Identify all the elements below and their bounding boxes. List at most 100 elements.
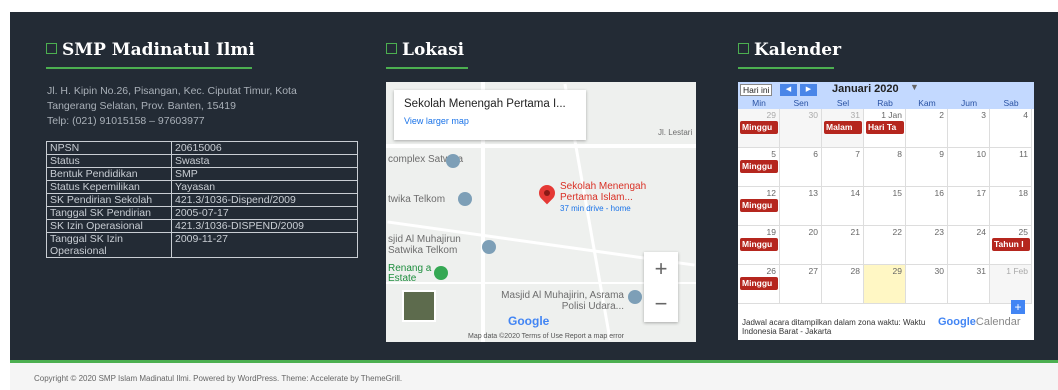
prev-month-button[interactable]: ◀ [780,84,797,96]
chevron-down-icon[interactable]: ▼ [910,82,919,92]
calendar-event[interactable]: Minggu [740,121,778,134]
square-icon [46,43,57,54]
info-value: 2005-07-17 [171,206,358,220]
info-key: Tanggal SK Izin Operasional [46,232,172,258]
info-row: Bentuk Pendidikan SMP [46,167,358,181]
location-widget-title: Lokasi [386,40,464,60]
calendar-day-cell[interactable]: 9 [906,148,948,187]
calendar-day-cell[interactable]: 4 [990,109,1032,148]
calendar-day-cell[interactable]: 29 [864,265,906,304]
info-value: SMP [171,167,358,181]
day-number: 18 [1018,188,1028,198]
calendar-event[interactable]: Malam [824,121,862,134]
calendar-event[interactable]: Tahun I [992,238,1030,251]
calendar-day-cell[interactable]: 1 Jan Hari Ta [864,109,906,148]
day-number: 20 [808,227,818,237]
day-number: 19 [766,227,776,237]
day-number: 4 [1023,110,1028,120]
calendar-day-cell[interactable]: 15 [864,187,906,226]
info-key: Bentuk Pendidikan [46,167,172,181]
calendar-day-cell[interactable]: 30 [906,265,948,304]
day-number: 9 [939,149,944,159]
calendar-day-cell[interactable]: 12 Minggu [738,187,780,226]
poi-icon [628,290,642,304]
calendar-day-cell[interactable]: 1 Feb [990,265,1032,304]
day-number: 5 [771,149,776,159]
calendar-day-cell[interactable]: 10 [948,148,990,187]
day-number: 8 [897,149,902,159]
info-value: 421.3/1036-DISPEND/2009 [171,219,358,233]
info-key: SK Pendirian Sekolah [46,193,172,207]
day-number: 27 [808,266,818,276]
calendar-day-cell[interactable]: 16 [906,187,948,226]
day-number: 11 [1019,149,1028,159]
calendar-event[interactable]: Minggu [740,199,778,212]
calendar-event[interactable]: Minggu [740,277,778,290]
today-button[interactable]: Hari ini [740,84,773,96]
calendar-day-cell[interactable]: 14 [822,187,864,226]
view-larger-map-link[interactable]: View larger map [404,116,576,126]
info-row: Status Kepemilikan Yayasan [46,180,358,194]
zoom-out-button[interactable]: − [644,287,678,322]
title-underline [738,67,834,69]
next-month-button[interactable]: ▶ [800,84,817,96]
calendar-day-cell[interactable]: 3 [948,109,990,148]
day-number: 17 [976,188,986,198]
calendar-day-cell[interactable]: 6 [780,148,822,187]
calendar-day-cell[interactable]: 18 [990,187,1032,226]
google-calendar-logo[interactable]: GoogleCalendar [938,316,1021,328]
calendar-day-cell[interactable]: 25 Tahun I [990,226,1032,265]
calendar-day-cell[interactable]: 17 [948,187,990,226]
weekday-label: Min [752,98,766,108]
zoom-in-button[interactable]: + [644,252,678,287]
calendar-grid: 29 Minggu 30 31 Malam 1 Jan Hari Ta 2 3 4 5 Minggu 6… [738,109,1034,304]
embedded-map[interactable]: Sekolah Menengah Pertama I... View large… [386,82,696,342]
calendar-day-cell[interactable]: 2 [906,109,948,148]
calendar-day-cell[interactable]: 29 Minggu [738,109,780,148]
day-number: 25 [1018,227,1028,237]
calendar-day-cell[interactable]: 11 [990,148,1032,187]
add-calendar-button[interactable]: + [1011,300,1025,314]
day-number: 2 [939,110,944,120]
calendar-day-cell[interactable]: 27 [780,265,822,304]
calendar-day-cell[interactable]: 5 Minggu [738,148,780,187]
calendar-day-cell[interactable]: 21 [822,226,864,265]
info-value: 20615006 [171,141,358,155]
info-value: Yayasan [171,180,358,194]
calendar-event[interactable]: Minggu [740,160,778,173]
day-number: 31 [976,266,986,276]
calendar-day-cell[interactable]: 8 [864,148,906,187]
school-address: Jl. H. Kipin No.26, Pisangan, Kec. Ciput… [47,85,297,127]
poi-icon [458,192,472,206]
calendar-day-cell[interactable]: 13 [780,187,822,226]
calendar-event[interactable]: Minggu [740,238,778,251]
calendar-day-cell[interactable]: 31 Malam [822,109,864,148]
footer-widgets: SMP Madinatul Ilmi Jl. H. Kipin No.26, P… [10,12,1058,360]
calendar-day-cell[interactable]: 23 [906,226,948,265]
satellite-toggle[interactable] [402,290,436,322]
square-icon [386,43,397,54]
weekday-label: Jum [960,98,978,108]
day-number: 7 [855,149,860,159]
calendar-event[interactable]: Hari Ta [866,121,904,134]
google-logo: Google [508,314,550,328]
info-row: Status Swasta [46,154,358,168]
calendar-day-cell[interactable]: 26 Minggu [738,265,780,304]
calendar-day-cell[interactable]: 28 [822,265,864,304]
day-number: 28 [850,266,860,276]
calendar-weekdays: Min Sen Sel Rab Kam Jum Sab [738,98,1034,109]
weekday-label: Kam [918,98,936,108]
calendar-day-cell[interactable]: 22 [864,226,906,265]
calendar-day-cell[interactable]: 20 [780,226,822,265]
info-value: 2009-11-27 [171,232,358,258]
calendar-day-cell[interactable]: 7 [822,148,864,187]
weekday-label: Sen [793,98,809,108]
calendar-day-cell[interactable]: 31 [948,265,990,304]
calendar-day-cell[interactable]: 19 Minggu [738,226,780,265]
calendar-day-cell[interactable]: 30 [780,109,822,148]
info-row: SK Izin Operasional 421.3/1036-DISPEND/20… [46,219,358,233]
day-number: 15 [892,188,902,198]
calendar-day-cell[interactable]: 24 [948,226,990,265]
day-number: 30 [934,266,944,276]
map-label: twika Telkom [388,194,446,205]
